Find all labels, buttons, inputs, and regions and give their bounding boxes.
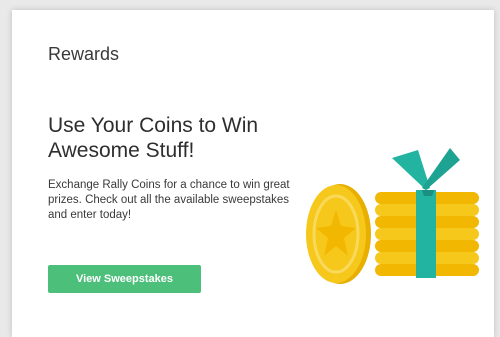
ribbon-bow [392, 148, 460, 196]
headline: Use Your Coins to Win Awesome Stuff! [48, 114, 259, 162]
description: Exchange Rally Coins for a chance to win… [48, 179, 290, 221]
rewards-card: Rewards Use Your Coins to Win Awesome St… [12, 10, 494, 337]
view-sweepstakes-button[interactable]: View Sweepstakes [48, 265, 201, 293]
star-coin [306, 184, 371, 284]
gift-coins-icon [306, 148, 479, 284]
coin-stack [375, 190, 479, 278]
card-title: Rewards [48, 44, 120, 64]
